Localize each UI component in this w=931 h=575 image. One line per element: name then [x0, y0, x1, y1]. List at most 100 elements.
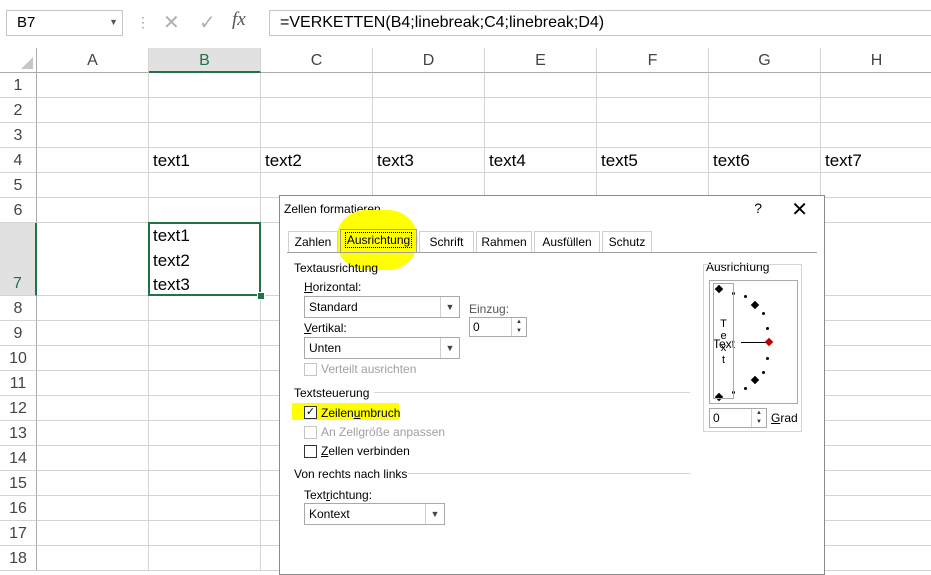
- cell-h18[interactable]: [821, 546, 931, 571]
- column-header-e[interactable]: E: [485, 48, 597, 73]
- column-header-a[interactable]: A: [37, 48, 149, 73]
- cell-c3[interactable]: [261, 123, 373, 148]
- name-box[interactable]: B7 ▼: [6, 10, 123, 36]
- row-header-8[interactable]: 8: [0, 296, 37, 321]
- cell-a1[interactable]: [37, 73, 149, 98]
- tab-schrift[interactable]: Schrift: [419, 231, 474, 252]
- vertical-text-button[interactable]: T e x t: [713, 283, 734, 399]
- cell-b7[interactable]: text1 text2 text3: [149, 223, 261, 296]
- tab-schutz[interactable]: Schutz: [602, 231, 652, 252]
- row-header-15[interactable]: 15: [0, 471, 37, 496]
- cell-g1[interactable]: [709, 73, 821, 98]
- horizontal-select[interactable]: Standard ▼: [304, 296, 460, 318]
- row-header-6[interactable]: 6: [0, 198, 37, 223]
- row-header-9[interactable]: 9: [0, 321, 37, 346]
- column-header-c[interactable]: C: [261, 48, 373, 73]
- select-all-corner[interactable]: [0, 48, 37, 73]
- cell-b17[interactable]: [149, 521, 261, 546]
- cell-b13[interactable]: [149, 421, 261, 446]
- cell-f3[interactable]: [597, 123, 709, 148]
- close-button[interactable]: ✕: [791, 197, 808, 222]
- row-header-4[interactable]: 4: [0, 148, 37, 173]
- column-header-g[interactable]: G: [709, 48, 821, 73]
- text-direction-select[interactable]: Kontext ▼: [304, 503, 445, 525]
- cell-a9[interactable]: [37, 321, 149, 346]
- cell-c2[interactable]: [261, 98, 373, 123]
- cell-h12[interactable]: [821, 396, 931, 421]
- cell-a15[interactable]: [37, 471, 149, 496]
- chevron-down-icon[interactable]: ▼: [440, 297, 459, 317]
- help-button[interactable]: ?: [754, 200, 762, 216]
- cell-a18[interactable]: [37, 546, 149, 571]
- cell-a17[interactable]: [37, 521, 149, 546]
- formula-input[interactable]: =VERKETTEN(B4;linebreak;C4;linebreak;D4): [269, 10, 931, 36]
- cell-a2[interactable]: [37, 98, 149, 123]
- cell-d4[interactable]: text3: [373, 148, 485, 173]
- cell-a8[interactable]: [37, 296, 149, 321]
- row-header-3[interactable]: 3: [0, 123, 37, 148]
- cell-f2[interactable]: [597, 98, 709, 123]
- cell-b4[interactable]: text1: [149, 148, 261, 173]
- cell-e2[interactable]: [485, 98, 597, 123]
- tab-ausfuellen[interactable]: Ausfüllen: [534, 231, 600, 252]
- cell-h6[interactable]: [821, 198, 931, 223]
- row-header-18[interactable]: 18: [0, 546, 37, 571]
- cell-e4[interactable]: text4: [485, 148, 597, 173]
- cell-b15[interactable]: [149, 471, 261, 496]
- cell-h11[interactable]: [821, 371, 931, 396]
- cell-g3[interactable]: [709, 123, 821, 148]
- cell-h15[interactable]: [821, 471, 931, 496]
- orientation-handle-icon[interactable]: [764, 337, 774, 347]
- cell-a4[interactable]: [37, 148, 149, 173]
- column-header-b[interactable]: B: [149, 48, 261, 73]
- cell-b18[interactable]: [149, 546, 261, 571]
- row-header-1[interactable]: 1: [0, 73, 37, 98]
- row-header-13[interactable]: 13: [0, 421, 37, 446]
- wrap-text-checkbox[interactable]: ✓: [304, 406, 317, 419]
- cell-c4[interactable]: text2: [261, 148, 373, 173]
- cell-h14[interactable]: [821, 446, 931, 471]
- row-header-5[interactable]: 5: [0, 173, 37, 198]
- cell-h9[interactable]: [821, 321, 931, 346]
- cell-b10[interactable]: [149, 346, 261, 371]
- cell-d3[interactable]: [373, 123, 485, 148]
- cell-a10[interactable]: [37, 346, 149, 371]
- cell-h13[interactable]: [821, 421, 931, 446]
- drag-handle-icon[interactable]: ⋮: [136, 14, 150, 31]
- cell-h5[interactable]: [821, 173, 931, 198]
- cell-g4[interactable]: text6: [709, 148, 821, 173]
- column-header-d[interactable]: D: [373, 48, 485, 73]
- row-header-14[interactable]: 14: [0, 446, 37, 471]
- cell-b3[interactable]: [149, 123, 261, 148]
- tab-zahlen[interactable]: Zahlen: [288, 231, 338, 252]
- cell-b6[interactable]: [149, 198, 261, 223]
- cell-a3[interactable]: [37, 123, 149, 148]
- cell-b1[interactable]: [149, 73, 261, 98]
- vertical-select[interactable]: Unten ▼: [304, 337, 460, 359]
- cell-b8[interactable]: [149, 296, 261, 321]
- cell-a5[interactable]: [37, 173, 149, 198]
- cell-g2[interactable]: [709, 98, 821, 123]
- chevron-down-icon[interactable]: ▼: [425, 504, 444, 524]
- cell-a16[interactable]: [37, 496, 149, 521]
- tab-rahmen[interactable]: Rahmen: [476, 231, 532, 252]
- cell-e1[interactable]: [485, 73, 597, 98]
- row-header-12[interactable]: 12: [0, 396, 37, 421]
- cancel-icon[interactable]: ✕: [163, 10, 180, 35]
- merge-cells-checkbox[interactable]: [304, 445, 317, 458]
- cell-h4[interactable]: text7: [821, 148, 931, 173]
- cell-b11[interactable]: [149, 371, 261, 396]
- indent-spinner[interactable]: 0 ▲ ▼: [469, 317, 527, 337]
- shrink-to-fit-checkbox[interactable]: [304, 426, 317, 439]
- spinner-arrows-icon[interactable]: ▲ ▼: [751, 409, 766, 427]
- cell-b14[interactable]: [149, 446, 261, 471]
- cell-h10[interactable]: [821, 346, 931, 371]
- column-header-f[interactable]: F: [597, 48, 709, 73]
- cell-f1[interactable]: [597, 73, 709, 98]
- cell-a6[interactable]: [37, 198, 149, 223]
- row-header-7[interactable]: 7: [0, 223, 37, 296]
- row-header-11[interactable]: 11: [0, 371, 37, 396]
- cell-b16[interactable]: [149, 496, 261, 521]
- cell-d2[interactable]: [373, 98, 485, 123]
- cell-b9[interactable]: [149, 321, 261, 346]
